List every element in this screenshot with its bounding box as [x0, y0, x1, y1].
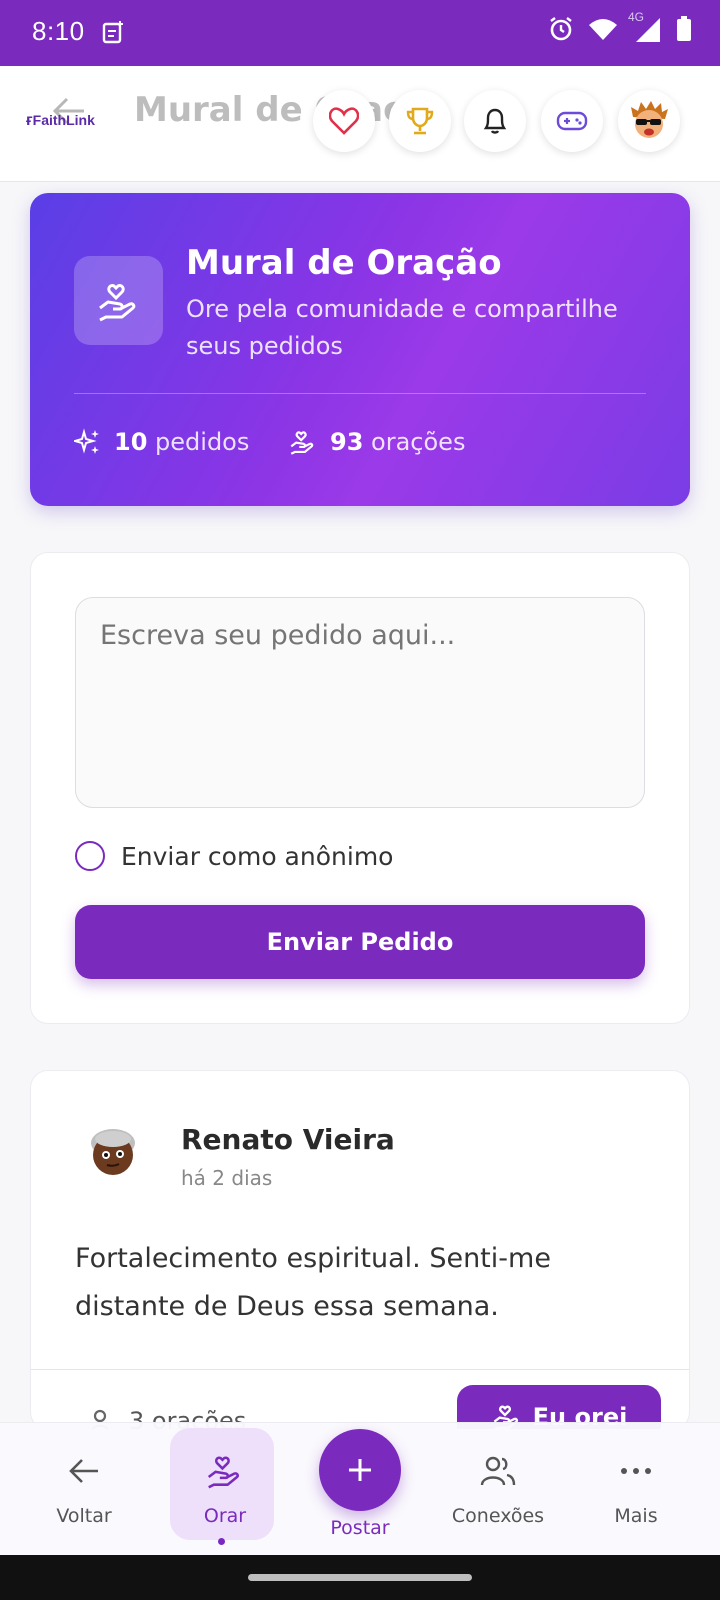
- top-header: ғFaithLink Mural de Oração: [0, 66, 720, 182]
- back-arrow-icon: [69, 1459, 98, 1483]
- heart-icon: [329, 107, 359, 135]
- status-bar: 8:10 4G: [0, 0, 720, 66]
- app-logo[interactable]: ғFaithLink: [26, 112, 95, 130]
- author-name[interactable]: Renato Vieira: [181, 1123, 395, 1156]
- create-post-button[interactable]: [319, 1429, 401, 1511]
- submit-request-button[interactable]: Enviar Pedido: [75, 905, 645, 979]
- games-button[interactable]: [541, 90, 603, 152]
- plus-icon: [349, 1459, 371, 1481]
- prayer-post-card: Renato Vieira há 2 dias Fortalecimento e…: [30, 1070, 690, 1430]
- logo-text: FaithLink: [32, 112, 95, 128]
- nav-pray-label: Orar: [203, 1505, 247, 1527]
- nav-back-label: Voltar: [56, 1505, 112, 1527]
- battery-icon: [677, 16, 691, 41]
- anonymous-radio[interactable]: [75, 841, 105, 871]
- people-icon: [480, 1456, 516, 1486]
- hero-subtitle: Ore pela comunidade e compartilhe seus p…: [186, 295, 618, 360]
- anonymous-option[interactable]: Enviar como anônimo: [75, 841, 393, 871]
- logo-mark-icon: ғ: [26, 112, 33, 129]
- alarm-icon: [550, 17, 572, 41]
- system-status-icons: 4G: [548, 10, 692, 42]
- system-nav-bar: [0, 1555, 720, 1600]
- nav-more-label: Mais: [614, 1505, 658, 1527]
- nav-connections-label: Conexões: [451, 1505, 545, 1527]
- requests-count: 10: [114, 428, 148, 456]
- requests-label: pedidos: [155, 428, 250, 456]
- notifications-button[interactable]: [464, 90, 526, 152]
- nav-pray[interactable]: Orar: [170, 1423, 280, 1556]
- prayer-request-form: Enviar como anônimo Enviar Pedido: [30, 552, 690, 1024]
- status-time: 8:10: [32, 16, 85, 46]
- nav-more[interactable]: Mais: [581, 1423, 691, 1556]
- cell-signal-icon: 4G: [628, 10, 662, 42]
- bottom-navigation: Voltar Orar Postar Conexões Mais: [0, 1422, 720, 1555]
- author-avatar: [91, 1129, 135, 1175]
- praying-hands-icon: [290, 431, 314, 455]
- wifi-icon: [589, 19, 617, 40]
- hero-icon-box: [74, 256, 163, 345]
- trophy-icon: [406, 107, 434, 135]
- hero-title: Mural de Oração: [186, 243, 502, 283]
- requests-stat: 10 pedidos: [74, 428, 249, 456]
- favorites-button[interactable]: [313, 90, 375, 152]
- sparkles-icon: [74, 428, 99, 454]
- post-body: Fortalecimento espiritual. Senti-me dist…: [75, 1243, 551, 1322]
- achievements-button[interactable]: [389, 90, 451, 152]
- prayers-label: orações: [371, 428, 466, 456]
- prayers-stat: 93 orações: [288, 428, 465, 456]
- profile-avatar: [631, 101, 668, 138]
- post-divider: [31, 1369, 689, 1370]
- active-indicator: [218, 1538, 225, 1545]
- anonymous-label: Enviar como anônimo: [121, 841, 394, 871]
- post-time: há 2 dias: [181, 1166, 273, 1190]
- home-gesture-handle[interactable]: [248, 1574, 472, 1581]
- nav-connections[interactable]: Conexões: [443, 1423, 553, 1556]
- nav-post-label[interactable]: Postar: [300, 1517, 420, 1539]
- prayers-count: 93: [330, 428, 364, 456]
- praying-hands-heart-icon: [207, 1456, 239, 1489]
- notes-icon: [102, 21, 123, 44]
- hero-card: Mural de Oração Ore pela comunidade e co…: [30, 193, 690, 506]
- more-dots-icon: [621, 1468, 651, 1474]
- nav-back[interactable]: Voltar: [29, 1423, 139, 1556]
- hero-divider: [74, 393, 646, 394]
- bell-icon: [483, 108, 507, 134]
- profile-button[interactable]: [618, 90, 680, 152]
- praying-hands-heart-icon: [98, 283, 135, 321]
- gamepad-icon: [556, 111, 588, 131]
- prayer-request-input[interactable]: [75, 597, 645, 808]
